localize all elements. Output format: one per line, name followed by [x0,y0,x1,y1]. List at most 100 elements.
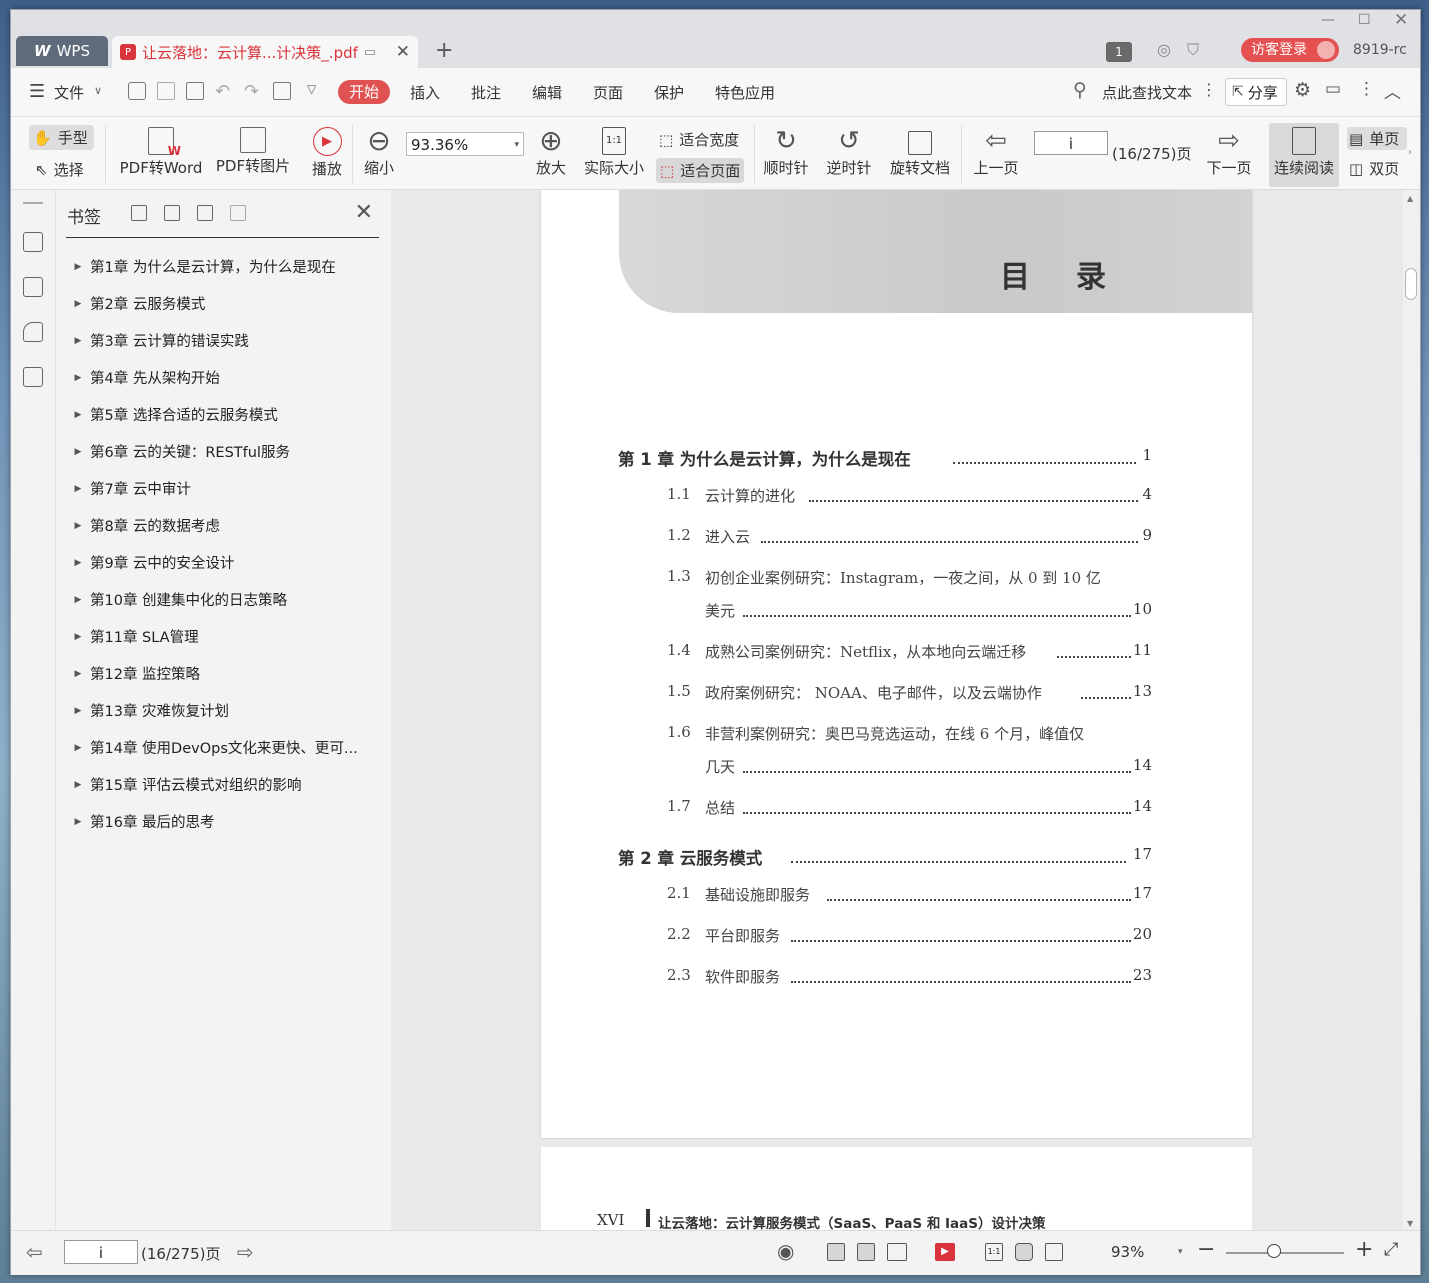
scroll-up-icon[interactable]: ▲ [1407,194,1413,203]
continuous-view-icon[interactable] [827,1243,845,1261]
bookmark-item[interactable]: ▶ 第3章 云计算的错误实践 [66,322,379,359]
tab-protect[interactable]: 保护 [654,82,684,103]
expand-arrow-icon[interactable]: ▶ [66,447,90,457]
pdf-to-image-button[interactable]: PDF转图片 [213,127,293,176]
pdf-to-word-button[interactable]: W PDF转Word [115,127,207,178]
single-page-button[interactable]: ▤ 单页 [1347,127,1407,150]
expand-all-icon[interactable] [131,205,147,221]
settings-gear-icon[interactable]: ⚙ [1294,79,1311,101]
fit-width-button[interactable]: ⬚ 适合宽度 [659,129,739,150]
document-viewport[interactable]: 目录 第 1 章 为什么是云计算，为什么是现在 1 1.1 云计算的进化 4 1… [391,190,1403,1230]
save-icon[interactable] [157,82,175,100]
search-icon[interactable]: ⚲ [1073,79,1087,101]
collapse-ribbon-icon[interactable]: ︿ [1384,78,1401,103]
expand-arrow-icon[interactable]: ▶ [66,817,90,827]
bookmark-item[interactable]: ▶ 第16章 最后的思考 [66,803,379,840]
feedback-icon[interactable]: ▭ [1325,79,1341,99]
shirt-icon[interactable]: ⛉ [1187,40,1199,60]
zoom-out-button[interactable]: ⊖ 缩小 [361,127,397,178]
bookmark-item[interactable]: ▶ 第10章 创建集中化的日志策略 [66,581,379,618]
fullscreen-icon[interactable]: ⤢ [1384,1239,1398,1260]
play-slideshow-icon[interactable]: ▶ [935,1243,955,1261]
close-panel-icon[interactable]: ✕ [355,200,373,225]
bookmark-item[interactable]: ▶ 第7章 云中审计 [66,470,379,507]
bookmark-item[interactable]: ▶ 第1章 为什么是云计算，为什么是现在 [66,248,379,285]
bookmark-item[interactable]: ▶ 第11章 SLA管理 [66,618,379,655]
double-page-button[interactable]: ◫ 双页 [1349,158,1403,179]
maximize-icon[interactable]: ☐ [1358,12,1371,28]
zoom-out-status-icon[interactable]: − [1197,1237,1215,1262]
tab-edit[interactable]: 编辑 [532,82,562,103]
expand-arrow-icon[interactable]: ▶ [66,410,90,420]
annotation-icon[interactable] [23,322,43,342]
hamburger-icon[interactable]: ☰ [29,81,45,102]
find-text-button[interactable]: 点此查找文本 [1102,82,1192,103]
status-zoom-value[interactable]: 93% [1111,1243,1144,1261]
undo-icon[interactable]: ↶ [215,81,230,102]
zoom-menu-dropdown-icon[interactable]: ▾ [1178,1247,1183,1257]
monitor-icon[interactable]: ▭ [364,45,376,60]
expand-arrow-icon[interactable]: ▶ [66,336,90,346]
bookmark-props-icon[interactable] [230,205,246,221]
tab-page[interactable]: 页面 [593,82,623,103]
rotate-document-button[interactable]: 旋转文档 [887,127,953,178]
rotate-clockwise-button[interactable]: ↻ 顺时针 [762,127,810,178]
toolbar-scroll-right-icon[interactable]: › [1408,147,1412,158]
expand-arrow-icon[interactable]: ▶ [66,743,90,753]
fit-page-button[interactable]: ⬚ 适合页面 [656,158,745,183]
prev-page-arrow-icon[interactable]: ⇦ [26,1240,43,1264]
bookmark-item[interactable]: ▶ 第2章 云服务模式 [66,285,379,322]
outline-icon[interactable] [23,232,43,252]
continuous-reading-button[interactable]: 连续阅读 [1269,123,1339,187]
image-export-icon[interactable] [23,367,43,387]
expand-arrow-icon[interactable]: ▶ [66,780,90,790]
page-number-input[interactable]: i [1034,131,1108,155]
rotate-counterclockwise-button[interactable]: ↺ 逆时针 [825,127,873,178]
bookmark-item[interactable]: ▶ 第8章 云的数据考虑 [66,507,379,544]
tab-insert[interactable]: 插入 [410,82,440,103]
window-count-badge[interactable]: 1 [1106,42,1132,62]
expand-arrow-icon[interactable]: ▶ [66,595,90,605]
bookmark-item[interactable]: ▶ 第13章 灾难恢复计划 [66,692,379,729]
zoom-slider-track[interactable] [1226,1252,1344,1254]
redo-icon[interactable]: ↷ [244,81,259,102]
close-tab-icon[interactable]: ✕ [396,42,410,62]
prev-page-button[interactable]: ⇦ 上一页 [971,127,1021,178]
bookmark-item[interactable]: ▶ 第12章 监控策略 [66,655,379,692]
skin-icon[interactable]: ◎ [1157,40,1171,59]
collapse-all-icon[interactable] [164,205,180,221]
expand-arrow-icon[interactable]: ▶ [66,262,90,272]
zoom-in-status-icon[interactable]: + [1355,1237,1373,1262]
scroll-thumb[interactable] [1405,268,1417,300]
single-page-view-icon[interactable] [857,1243,875,1261]
bookmark-item[interactable]: ▶ 第15章 评估云模式对组织的影响 [66,766,379,803]
share-button[interactable]: ⇱ 分享 [1225,78,1287,106]
double-page-view-icon[interactable] [887,1243,907,1261]
expand-arrow-icon[interactable]: ▶ [66,521,90,531]
close-window-icon[interactable]: ✕ [1394,10,1408,30]
expand-arrow-icon[interactable]: ▶ [66,299,90,309]
wps-home-tab[interactable]: W WPS [16,36,108,66]
actual-size-button[interactable]: 1:1 实际大小 [581,127,647,178]
zoom-select[interactable]: 93.36% ▾ [406,132,524,156]
expand-arrow-icon[interactable]: ▶ [66,558,90,568]
scroll-down-icon[interactable]: ▼ [1407,1219,1413,1228]
more-vertical-icon[interactable]: ⋮ [1201,80,1217,99]
fit-page-status-icon[interactable] [1015,1243,1033,1261]
guest-login-button[interactable]: 访客登录 [1241,38,1339,62]
doc-tab[interactable]: P 让云落地：云计算...计决策_.pdf ▭ ✕ [112,36,418,68]
bookmark-item[interactable]: ▶ 第4章 先从架构开始 [66,359,379,396]
tab-annotate[interactable]: 批注 [471,82,501,103]
export-image-icon[interactable] [273,82,291,100]
print-icon[interactable] [186,82,204,100]
expand-arrow-icon[interactable]: ▶ [66,706,90,716]
play-button[interactable]: ▶ 播放 [309,127,345,179]
bookmark-item[interactable]: ▶ 第9章 云中的安全设计 [66,544,379,581]
bookmark-item[interactable]: ▶ 第6章 云的关键：RESTful服务 [66,433,379,470]
open-folder-icon[interactable] [128,82,146,100]
tab-special-apps[interactable]: 特色应用 [715,82,775,103]
thumbnail-icon[interactable] [23,277,43,297]
next-page-arrow-icon[interactable]: ⇨ [237,1240,254,1264]
hand-tool-button[interactable]: ✋ 手型 [29,125,94,150]
add-bookmark-icon[interactable] [197,205,213,221]
